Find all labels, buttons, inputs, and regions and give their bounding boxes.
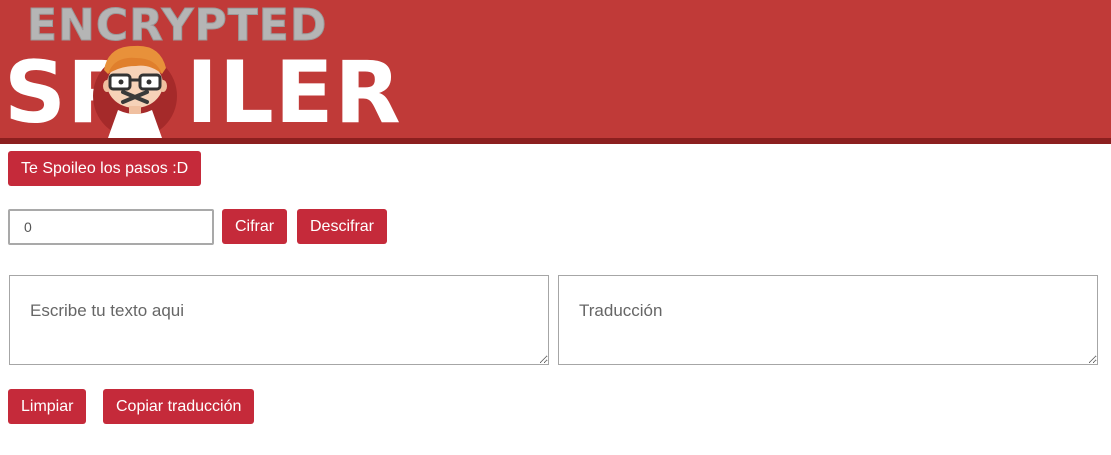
steps-button[interactable]: Te Spoileo los pasos :D: [8, 151, 202, 186]
mascot-icon: [93, 45, 177, 138]
clear-button[interactable]: Limpiar: [8, 389, 87, 424]
copy-translation-button[interactable]: Copiar traducción: [103, 389, 255, 424]
output-textarea[interactable]: [558, 275, 1098, 365]
encrypt-button[interactable]: Cifrar: [222, 209, 288, 244]
key-input[interactable]: [8, 209, 214, 245]
logo-iler-text: ILER: [186, 43, 402, 143]
header-banner: ENCRYPTED SP ILER: [0, 0, 1111, 144]
input-textarea[interactable]: [9, 275, 549, 365]
decrypt-button[interactable]: Descifrar: [297, 209, 388, 244]
